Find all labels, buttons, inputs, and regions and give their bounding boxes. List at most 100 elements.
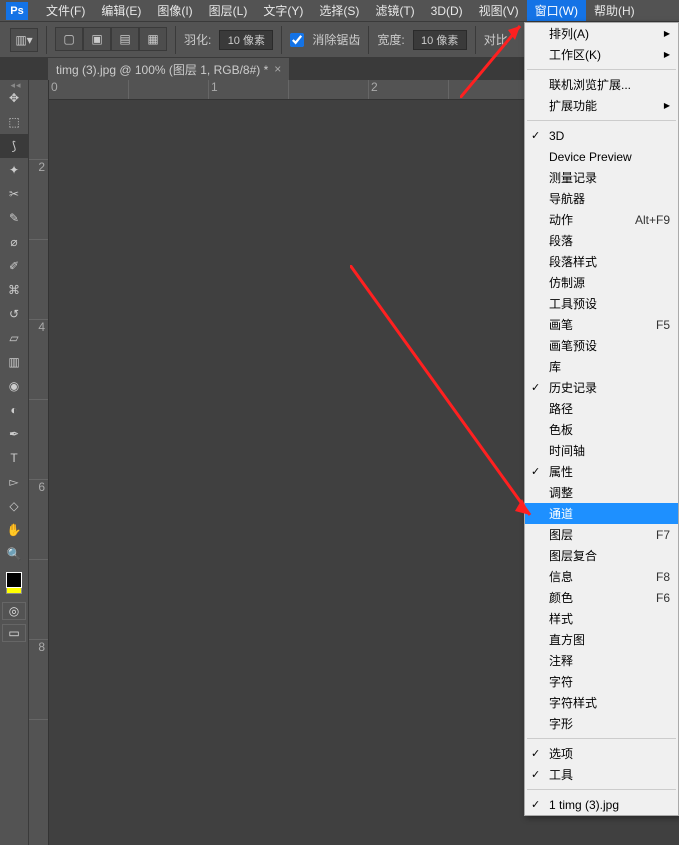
check-icon: ✓ [531, 747, 540, 760]
check-icon: ✓ [531, 798, 540, 811]
menu-item[interactable]: 段落样式 [525, 251, 678, 272]
menu-item[interactable]: 路径 [525, 398, 678, 419]
selection-new-icon[interactable]: ▢ [55, 27, 83, 51]
eyedropper-tool[interactable]: ✎ [0, 206, 28, 230]
path-tool[interactable]: ▻ [0, 470, 28, 494]
selection-intersect-icon[interactable]: ▦ [139, 27, 167, 51]
menu-item[interactable]: 时间轴 [525, 440, 678, 461]
feather-input[interactable] [219, 30, 273, 50]
fg-swatch[interactable] [6, 572, 22, 588]
menu-item-label: 工具预设 [549, 295, 670, 312]
menu-item[interactable]: 动作Alt+F9 [525, 209, 678, 230]
menu-item[interactable]: ✓ 历史记录 [525, 377, 678, 398]
menu-image[interactable]: 图像(I) [149, 0, 200, 21]
menu-item[interactable]: 扩展功能 [525, 95, 678, 116]
eraser-tool[interactable]: ▱ [0, 326, 28, 350]
menu-type[interactable]: 文字(Y) [255, 0, 311, 21]
menu-item[interactable]: ✓3D [525, 125, 678, 146]
tool-palette: ◂◂ ✥ ⬚ ⟆ ✦ ✂ ✎ ⌀ ✐ ⌘ ↺ ▱ ▥ ◉ ◐ ✒ T ▻ ◇ ✋… [0, 80, 29, 845]
menu-item[interactable]: 注释 [525, 650, 678, 671]
menu-window[interactable]: 窗口(W) [527, 0, 586, 21]
menu-item[interactable]: ✓1 timg (3).jpg [525, 794, 678, 815]
zoom-tool[interactable]: 🔍 [0, 542, 28, 566]
menu-select[interactable]: 选择(S) [311, 0, 367, 21]
menu-file[interactable]: 文件(F) [38, 0, 93, 21]
quickmask-icon[interactable]: ◎ [2, 602, 26, 620]
heal-tool[interactable]: ⌀ [0, 230, 28, 254]
menu-item-label: 样式 [549, 610, 670, 627]
menu-help[interactable]: 帮助(H) [586, 0, 643, 21]
menu-item-label: 工具 [549, 766, 670, 783]
menu-item[interactable]: 联机浏览扩展... [525, 74, 678, 95]
menu-item[interactable]: 工作区(K) [525, 44, 678, 65]
menu-item-label: 导航器 [549, 190, 670, 207]
menu-item-label: 3D [549, 129, 670, 143]
menu-item[interactable]: 样式 [525, 608, 678, 629]
blur-tool[interactable]: ◉ [0, 374, 28, 398]
menu-item-label: 测量记录 [549, 169, 670, 186]
check-icon: ✓ [531, 465, 540, 478]
menu-filter[interactable]: 滤镜(T) [367, 0, 422, 21]
selection-sub-icon[interactable]: ▤ [111, 27, 139, 51]
wand-tool[interactable]: ✦ [0, 158, 28, 182]
color-swatches[interactable] [4, 570, 24, 596]
text-tool[interactable]: T [0, 446, 28, 470]
menu-item[interactable]: ✓选项 [525, 743, 678, 764]
menu-item[interactable]: 字符 [525, 671, 678, 692]
dodge-tool[interactable]: ◐ [0, 398, 28, 422]
width-input[interactable] [413, 30, 467, 50]
menu-item[interactable]: 库 [525, 356, 678, 377]
menu-item[interactable]: 画笔F5 [525, 314, 678, 335]
pen-tool[interactable]: ✒ [0, 422, 28, 446]
menu-item-shortcut: F7 [656, 528, 670, 542]
brush-tool[interactable]: ✐ [0, 254, 28, 278]
shape-tool[interactable]: ◇ [0, 494, 28, 518]
menu-item[interactable]: 字符样式 [525, 692, 678, 713]
menu-item[interactable]: 排列(A) [525, 23, 678, 44]
tool-preset-icon[interactable]: ▥▾ [10, 28, 38, 52]
menu-item[interactable]: ✓属性 [525, 461, 678, 482]
history-brush-tool[interactable]: ↺ [0, 302, 28, 326]
menu-item[interactable]: 字形 [525, 713, 678, 734]
selection-add-icon[interactable]: ▣ [83, 27, 111, 51]
document-tab[interactable]: timg (3).jpg @ 100% (图层 1, RGB/8#) * × [48, 58, 289, 80]
menu-item[interactable]: 信息F8 [525, 566, 678, 587]
feather-label: 羽化: [184, 31, 211, 48]
menu-3d[interactable]: 3D(D) [423, 2, 471, 20]
menu-item[interactable]: 颜色F6 [525, 587, 678, 608]
menu-item-label: 历史记录 [549, 379, 670, 396]
marquee-tool[interactable]: ⬚ [0, 110, 28, 134]
menu-item[interactable]: ✓工具 [525, 764, 678, 785]
menu-item-label: 库 [549, 358, 670, 375]
check-icon: ✓ [531, 381, 540, 394]
menu-item[interactable]: Device Preview [525, 146, 678, 167]
hand-tool[interactable]: ✋ [0, 518, 28, 542]
menu-item[interactable]: 通道 [525, 503, 678, 524]
crop-tool[interactable]: ✂ [0, 182, 28, 206]
menu-item[interactable]: 导航器 [525, 188, 678, 209]
menu-item[interactable]: 直方图 [525, 629, 678, 650]
menu-item[interactable]: 仿制源 [525, 272, 678, 293]
menu-edit[interactable]: 编辑(E) [93, 0, 149, 21]
close-icon[interactable]: × [274, 62, 281, 76]
contrast-label: 对比 [484, 31, 508, 48]
menu-item[interactable]: 调整 [525, 482, 678, 503]
menu-view[interactable]: 视图(V) [471, 0, 527, 21]
menu-item-shortcut: F5 [656, 318, 670, 332]
menu-item[interactable]: 工具预设 [525, 293, 678, 314]
gradient-tool[interactable]: ▥ [0, 350, 28, 374]
menu-item[interactable]: 画笔预设 [525, 335, 678, 356]
menu-item-label: 画笔预设 [549, 337, 670, 354]
menu-item[interactable]: 段落 [525, 230, 678, 251]
menu-item[interactable]: 图层F7 [525, 524, 678, 545]
menu-item[interactable]: 测量记录 [525, 167, 678, 188]
menu-item[interactable]: 图层复合 [525, 545, 678, 566]
screenmode-icon[interactable]: ▭ [2, 624, 26, 642]
move-tool[interactable]: ✥ [0, 86, 28, 110]
menu-layer[interactable]: 图层(L) [201, 0, 256, 21]
menu-item[interactable]: 色板 [525, 419, 678, 440]
stamp-tool[interactable]: ⌘ [0, 278, 28, 302]
menu-item-label: Device Preview [549, 150, 670, 164]
lasso-tool[interactable]: ⟆ [0, 134, 28, 158]
antialias-checkbox[interactable] [290, 33, 304, 47]
